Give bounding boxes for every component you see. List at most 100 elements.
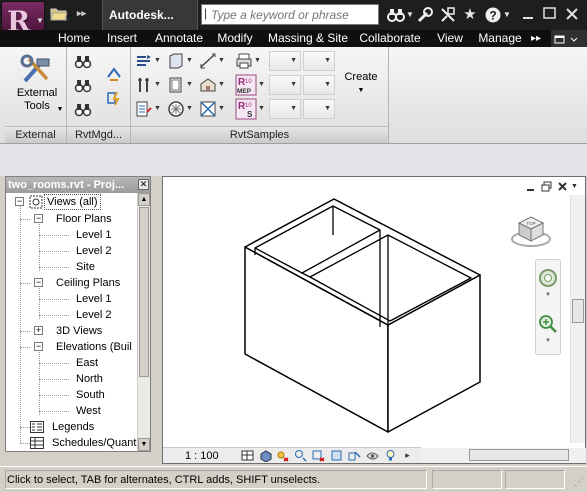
sun-path-icon[interactable] xyxy=(276,449,289,462)
revit-mep-icon[interactable]: R 10 MEP xyxy=(235,74,257,96)
empty-dropdown[interactable]: ▼ xyxy=(269,51,301,71)
collapse-toggle[interactable]: − xyxy=(34,342,43,351)
tree-item-floor-plans[interactable]: Floor Plans xyxy=(56,211,112,227)
search-box[interactable]: | xyxy=(201,4,379,25)
maximize-icon[interactable] xyxy=(540,3,560,25)
satellite-icon[interactable] xyxy=(439,6,457,24)
visual-style-icon[interactable] xyxy=(259,449,272,462)
search-input[interactable] xyxy=(211,7,376,22)
chevron-right-icon[interactable]: ▸ xyxy=(401,449,414,462)
binoculars-icon[interactable] xyxy=(74,53,92,71)
chevron-down-icon[interactable]: ▼ xyxy=(503,6,511,24)
sample-tool-icon[interactable] xyxy=(199,76,217,94)
reveal-hidden-icon[interactable] xyxy=(366,449,379,462)
binoculars-icon[interactable] xyxy=(386,6,408,24)
tab-massing-site[interactable]: Massing & Site xyxy=(266,30,350,47)
viewcube[interactable]: TOP xyxy=(511,213,551,249)
minimize-view-icon[interactable] xyxy=(524,180,537,193)
tree-item-level-2[interactable]: Level 2 xyxy=(76,243,111,259)
collapse-toggle[interactable]: − xyxy=(34,214,43,223)
tab-collaborate[interactable]: Collaborate xyxy=(356,30,424,47)
close-icon[interactable]: ✕ xyxy=(138,179,149,190)
empty-dropdown[interactable]: ▼ xyxy=(269,75,301,95)
sample-tool-icon[interactable] xyxy=(135,100,153,118)
tab-insert[interactable]: Insert xyxy=(100,30,144,47)
drawing-view[interactable]: ▼ TOP ▼ ▼ 1 : 100 ▸ xyxy=(162,176,586,464)
steering-wheel-icon[interactable] xyxy=(538,268,558,288)
sample-tool-icon[interactable] xyxy=(135,52,153,70)
external-tools-button[interactable]: External Tools ▼ xyxy=(9,51,65,121)
binoculars-icon[interactable] xyxy=(74,101,92,119)
empty-dropdown[interactable]: ▼ xyxy=(303,99,335,119)
sample-tool-icon[interactable] xyxy=(167,52,185,70)
star-icon[interactable]: ★ xyxy=(461,6,479,24)
tab-annotate[interactable]: Annotate xyxy=(150,30,208,47)
scroll-up-icon[interactable]: ▲ xyxy=(138,193,150,206)
tree-item-north[interactable]: North xyxy=(76,371,103,387)
sample-tool-icon[interactable] xyxy=(135,76,153,94)
tree-item-schedules[interactable]: Schedules/Quant xyxy=(52,435,136,451)
chevron-down-icon[interactable]: ▼ xyxy=(258,76,265,94)
tree-item-east[interactable]: East xyxy=(76,355,98,371)
tree-item-site[interactable]: Site xyxy=(76,259,95,275)
chevron-down-icon[interactable]: ▼ xyxy=(154,100,161,118)
tree-item-ceiling-plans[interactable]: Ceiling Plans xyxy=(56,275,120,291)
tree-item-south[interactable]: South xyxy=(76,387,105,403)
view-vertical-scrollbar[interactable] xyxy=(570,195,585,443)
folder-open-icon[interactable] xyxy=(50,6,68,22)
chevron-down-icon[interactable]: ▼ xyxy=(186,52,193,70)
browser-vertical-scrollbar[interactable]: ▲ ▼ xyxy=(137,193,150,451)
tree-item-level-2[interactable]: Level 2 xyxy=(76,307,111,323)
chevron-down-icon[interactable]: ▼ xyxy=(545,292,551,298)
quick-access-more-icon[interactable]: ▸▸ xyxy=(77,8,86,19)
chevron-down-icon[interactable]: ▼ xyxy=(258,100,265,118)
create-button[interactable]: Create ▼ xyxy=(339,71,383,97)
tree-item-3d-views[interactable]: 3D Views xyxy=(56,323,102,339)
view-horizontal-scrollbar[interactable] xyxy=(421,448,586,463)
resize-grip-icon[interactable]: ⋰ xyxy=(574,477,584,488)
lightning-tool-icon[interactable] xyxy=(105,89,123,107)
chevron-down-icon[interactable]: ▼ xyxy=(545,338,551,344)
chevron-down-icon[interactable]: ▼ xyxy=(254,52,261,70)
sample-tool-icon[interactable] xyxy=(167,100,185,118)
tree-item-views-all[interactable]: Views (all) xyxy=(44,194,101,210)
tab-view[interactable]: View xyxy=(430,30,470,47)
wrench-icon[interactable] xyxy=(416,6,434,24)
lightbulb-icon[interactable] xyxy=(384,449,397,462)
tree-item-elevations[interactable]: Elevations (Buil xyxy=(56,339,132,355)
collapse-toggle[interactable]: − xyxy=(15,197,24,206)
sample-tool-icon[interactable] xyxy=(167,76,185,94)
ribbon-minimize-button[interactable] xyxy=(551,30,587,47)
chevron-down-icon[interactable]: ▼ xyxy=(218,52,225,70)
temporary-hide-icon[interactable] xyxy=(348,449,361,462)
detail-level-icon[interactable] xyxy=(241,449,254,462)
sync-tool-icon[interactable] xyxy=(105,65,123,83)
sample-tool-icon[interactable] xyxy=(199,100,217,118)
tab-modify[interactable]: Modify xyxy=(212,30,258,47)
scrollbar-thumb[interactable] xyxy=(469,449,569,461)
tree-item-level-1[interactable]: Level 1 xyxy=(76,227,111,243)
binoculars-icon[interactable] xyxy=(74,77,92,95)
close-icon[interactable] xyxy=(562,3,582,25)
tab-manage[interactable]: Manage xyxy=(474,30,526,47)
minimize-icon[interactable] xyxy=(518,3,538,25)
chevron-down-icon[interactable]: ▼ xyxy=(406,6,414,24)
view-scale[interactable]: 1 : 100 xyxy=(185,449,219,463)
chevron-down-icon[interactable]: ▼ xyxy=(154,76,161,94)
revit-structure-icon[interactable]: R 10 S xyxy=(235,98,257,120)
printer-icon[interactable] xyxy=(235,52,253,70)
scroll-down-icon[interactable]: ▼ xyxy=(138,438,150,451)
chevron-down-icon[interactable]: ▼ xyxy=(218,76,225,94)
crop-view-icon[interactable] xyxy=(312,449,325,462)
empty-dropdown[interactable]: ▼ xyxy=(303,51,335,71)
scrollbar-thumb[interactable] xyxy=(572,299,584,323)
chevron-down-icon[interactable]: ▼ xyxy=(186,100,193,118)
tree-item-west[interactable]: West xyxy=(76,403,101,419)
chevron-down-icon[interactable]: ▼ xyxy=(568,180,581,193)
chevron-down-icon[interactable]: ▼ xyxy=(186,76,193,94)
expand-toggle[interactable]: + xyxy=(34,326,43,335)
help-icon[interactable]: ? xyxy=(484,6,502,24)
collapse-toggle[interactable]: − xyxy=(34,278,43,287)
tab-overflow[interactable]: ▸▸ xyxy=(526,30,546,47)
measure-icon[interactable] xyxy=(199,52,217,70)
